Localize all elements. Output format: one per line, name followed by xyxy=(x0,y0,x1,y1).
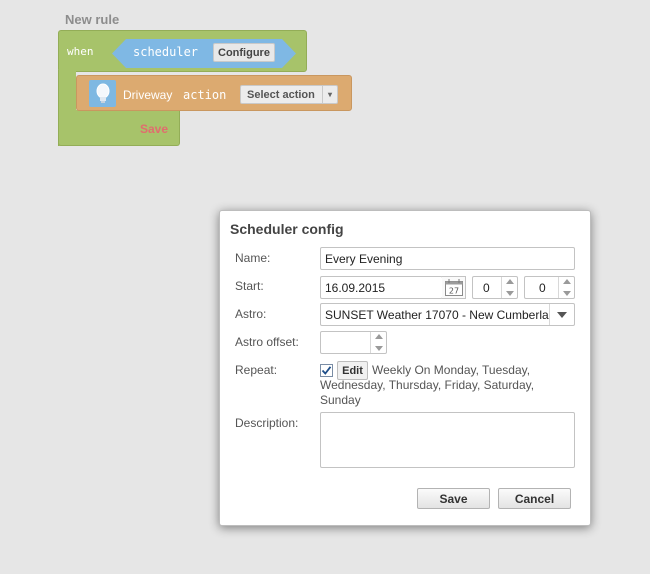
scheduler-label: scheduler xyxy=(133,45,199,59)
description-label: Description: xyxy=(235,416,299,430)
repeat-checkbox[interactable] xyxy=(320,364,333,377)
cancel-button[interactable]: Cancel xyxy=(498,488,571,509)
calendar-icon[interactable]: 27 xyxy=(442,276,466,299)
action-keyword: action xyxy=(183,88,227,102)
repeat-edit-button[interactable]: Edit xyxy=(337,361,368,380)
checkmark-icon xyxy=(321,366,332,375)
select-action-dropdown[interactable]: Select action ▾ xyxy=(240,85,338,104)
name-label: Name: xyxy=(235,251,271,265)
astro-label: Astro: xyxy=(235,307,267,321)
rule-title: New rule xyxy=(65,12,120,27)
name-value: Every Evening xyxy=(325,251,403,266)
start-date-input[interactable]: 16.09.2015 xyxy=(320,276,443,299)
scheduler-config-dialog: Scheduler config Name: Every Evening Sta… xyxy=(219,210,591,526)
spin-down-icon[interactable] xyxy=(374,346,383,351)
start-minute-value: 0 xyxy=(539,281,546,295)
astro-select[interactable]: SUNSET Weather 17070 - New Cumberland xyxy=(320,303,575,326)
caret-down-icon: ▾ xyxy=(322,86,337,103)
select-action-label: Select action xyxy=(247,88,315,101)
start-hour-value: 0 xyxy=(483,281,490,295)
light-bulb-icon xyxy=(89,80,116,107)
chevron-down-icon[interactable] xyxy=(549,304,574,325)
astro-offset-spinner[interactable] xyxy=(320,331,387,354)
repeat-label: Repeat: xyxy=(235,363,278,377)
rule-save-link[interactable]: Save xyxy=(140,122,168,136)
start-minute-spinner[interactable]: 0 xyxy=(524,276,575,299)
start-hour-spinner[interactable]: 0 xyxy=(472,276,518,299)
save-button[interactable]: Save xyxy=(417,488,490,509)
spin-up-icon[interactable] xyxy=(505,279,514,284)
start-date-value: 16.09.2015 xyxy=(325,280,386,295)
astro-value: SUNSET Weather 17070 - New Cumberland xyxy=(325,308,549,322)
spin-up-icon[interactable] xyxy=(374,334,383,339)
configure-button[interactable]: Configure xyxy=(213,43,275,62)
spin-down-icon[interactable] xyxy=(505,291,514,296)
dialog-title: Scheduler config xyxy=(230,221,344,237)
astro-offset-label: Astro offset: xyxy=(235,335,299,349)
start-label: Start: xyxy=(235,279,264,293)
device-label: Driveway xyxy=(123,88,173,102)
svg-text:27: 27 xyxy=(448,287,458,296)
name-input[interactable]: Every Evening xyxy=(320,247,575,270)
when-label: when xyxy=(67,45,94,58)
description-textarea[interactable] xyxy=(320,412,575,468)
spin-down-icon[interactable] xyxy=(562,291,571,296)
spin-up-icon[interactable] xyxy=(562,279,571,284)
